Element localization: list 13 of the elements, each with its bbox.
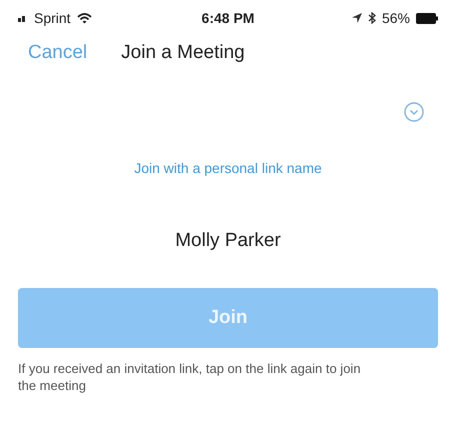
- chevron-down-icon[interactable]: [404, 102, 424, 122]
- wifi-icon: [76, 12, 92, 24]
- cancel-button[interactable]: Cancel: [28, 42, 88, 64]
- invitation-note: If you received an invitation link, tap on the link again to join the meeting: [18, 360, 362, 394]
- battery-icon: [416, 12, 438, 24]
- bluetooth-icon: [368, 12, 376, 24]
- carrier-name: Sprint: [34, 10, 71, 26]
- location-icon: [352, 13, 362, 23]
- signal-icon: [18, 14, 28, 22]
- status-time: 6:48 PM: [202, 10, 254, 26]
- battery-percent: 56%: [382, 10, 410, 26]
- personal-link-option[interactable]: Join with a personal link name: [134, 160, 322, 176]
- screen-title: Join a Meeting: [121, 42, 245, 64]
